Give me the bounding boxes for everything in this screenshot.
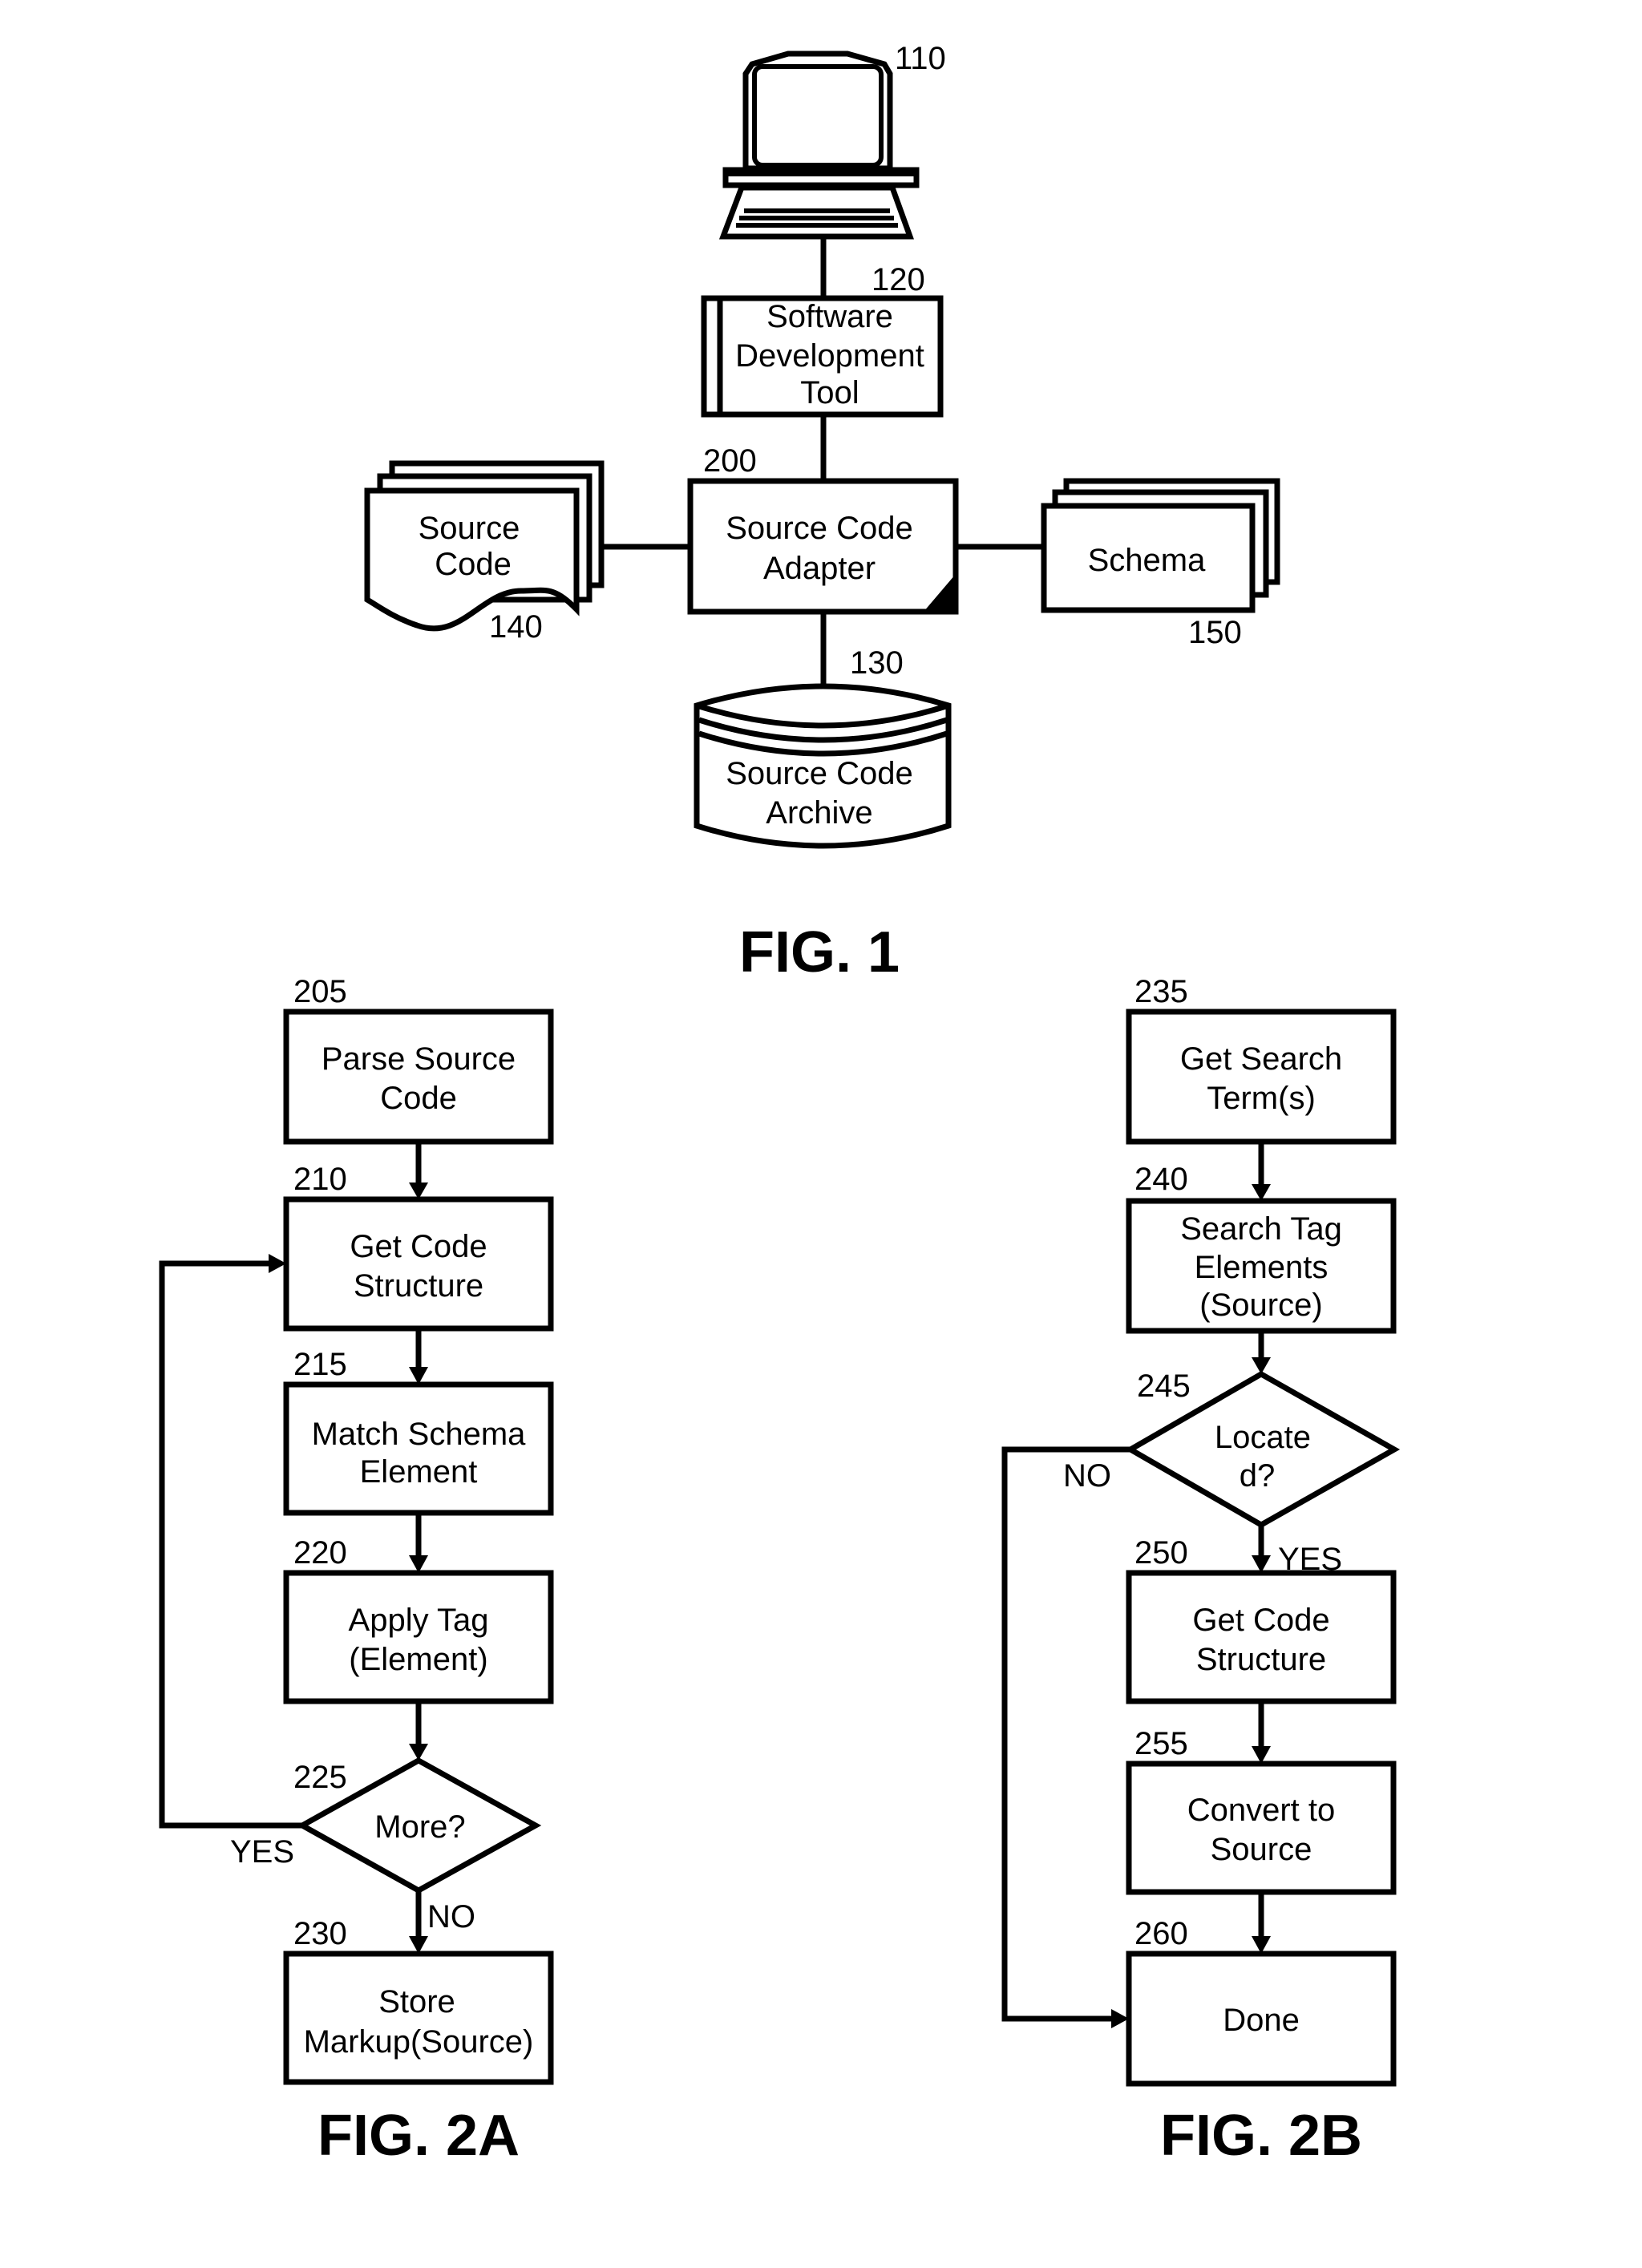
step-250-label-line2: Structure [1196, 1642, 1326, 1677]
archive-label-line2: Archive [766, 795, 872, 831]
fig2a-flowchart: 205 210 215 220 225 230 Parse Source Cod… [159, 974, 554, 2168]
fig2a-title: FIG. 2A [317, 2104, 520, 2168]
decision-245-yes-label: YES [1278, 1542, 1342, 1577]
adapter-ref: 200 [703, 443, 757, 479]
fig1-title: FIG. 1 [739, 920, 900, 984]
decision-225-label: More? [374, 1809, 465, 1845]
dev-tool-label-line2: Development [735, 338, 924, 374]
step-235-ref: 235 [1134, 974, 1188, 1009]
decision-245-label-line1: Locate [1215, 1420, 1311, 1455]
step-210-label-line2: Structure [354, 1268, 483, 1304]
computer-ref: 110 [895, 41, 946, 76]
step-240-label-line2: Elements [1195, 1250, 1329, 1285]
step-205-box [283, 1009, 554, 1145]
step-240-label-line3: (Source) [1199, 1288, 1322, 1323]
step-215-label-line1: Match Schema [312, 1417, 527, 1452]
step-240-label-line1: Search Tag [1180, 1211, 1342, 1247]
step-235-label-line1: Get Search [1180, 1041, 1342, 1077]
source-code-label-line2: Code [435, 547, 512, 582]
step-220-label-line2: (Element) [349, 1642, 487, 1677]
step-260-label: Done [1223, 2003, 1300, 2038]
step-255-box [1126, 1761, 1397, 1895]
step-220-label-line1: Apply Tag [349, 1603, 489, 1638]
patent-drawing-sheet: 110 120 Software Development Tool 200 So… [159, 41, 1401, 2168]
schema-label: Schema [1088, 543, 1206, 578]
step-255-label-line2: Source [1211, 1832, 1312, 1867]
step-240-ref: 240 [1134, 1162, 1188, 1197]
adapter-label-line2: Adapter [763, 551, 876, 586]
step-235-box [1126, 1009, 1397, 1145]
source-code-label-line1: Source [419, 511, 520, 546]
step-205-label-line1: Parse Source [322, 1041, 516, 1077]
decision-245-ref: 245 [1137, 1368, 1191, 1404]
step-230-label-line1: Store [378, 1984, 455, 2019]
decision-225-no-label: NO [427, 1899, 475, 1934]
adapter-label-line1: Source Code [726, 511, 912, 546]
fig2b-title: FIG. 2B [1160, 2104, 1362, 2168]
step-230-ref: 230 [293, 1916, 347, 1951]
step-220-ref: 220 [293, 1535, 347, 1571]
step-210-label-line1: Get Code [350, 1229, 487, 1264]
step-230-label-line2: Markup(Source) [304, 2024, 534, 2060]
step-215-ref: 215 [293, 1347, 347, 1382]
adapter-box [687, 478, 959, 615]
decision-245-label-line2: d? [1240, 1458, 1276, 1494]
step-205-label-line2: Code [380, 1081, 457, 1116]
step-215-label-line2: Element [360, 1454, 478, 1490]
dev-tool-ref: 120 [872, 262, 925, 297]
archive-ref: 130 [850, 645, 904, 681]
decision-245-no-label: NO [1063, 1458, 1111, 1494]
step-210-ref: 210 [293, 1162, 347, 1197]
dev-tool-label-line1: Software [766, 299, 893, 334]
step-205-ref: 205 [293, 974, 347, 1009]
decision-225-ref: 225 [293, 1760, 347, 1795]
decision-225-yes-label: YES [230, 1834, 294, 1870]
fig2b-flowchart: 235 240 245 250 255 260 Get Search Term(… [1001, 974, 1401, 2168]
source-code-ref: 140 [489, 609, 543, 645]
fig1-diagram: 110 120 Software Development Tool 200 So… [364, 41, 1280, 984]
step-235-label-line2: Term(s) [1207, 1081, 1316, 1116]
schema-ref: 150 [1188, 615, 1242, 650]
step-250-ref: 250 [1134, 1535, 1188, 1571]
step-255-ref: 255 [1134, 1726, 1188, 1761]
step-250-label-line1: Get Code [1192, 1603, 1329, 1638]
archive-label-line1: Source Code [726, 756, 912, 791]
computer-icon [718, 51, 920, 240]
dev-tool-label-line3: Tool [800, 375, 859, 410]
step-260-ref: 260 [1134, 1916, 1188, 1951]
step-255-label-line1: Convert to [1187, 1793, 1336, 1828]
